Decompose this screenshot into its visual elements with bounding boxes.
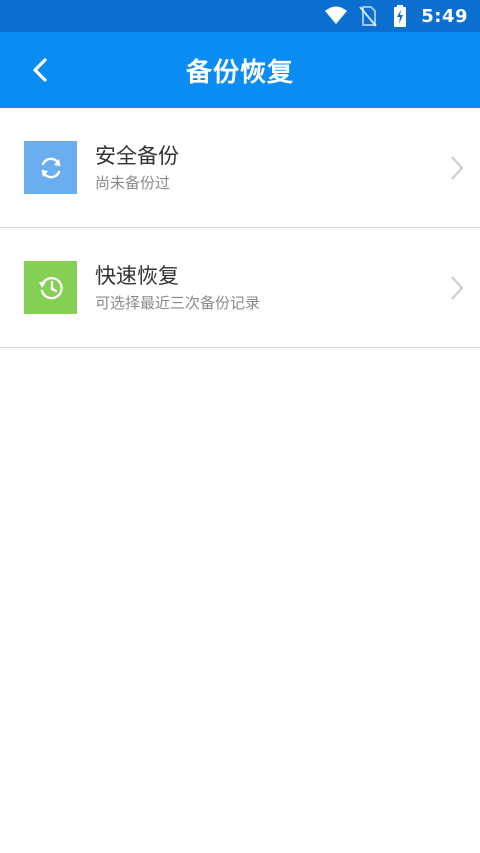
list-item-safe-backup[interactable]: 安全备份 尚未备份过: [0, 108, 480, 228]
battery-charging-icon: [389, 5, 411, 27]
status-bar: 5:49: [0, 0, 480, 32]
app-bar: 备份恢复: [0, 32, 480, 108]
item-subtitle: 可选择最近三次备份记录: [95, 294, 261, 312]
restore-tile: [24, 261, 77, 314]
sync-icon: [41, 157, 60, 178]
wifi-icon: [325, 5, 348, 27]
item-subtitle: 尚未备份过: [95, 174, 171, 192]
chevron-right-icon: [448, 154, 466, 182]
backup-tile: [24, 141, 77, 194]
status-time: 5:49: [421, 5, 468, 27]
page-title: 备份恢复: [185, 57, 294, 88]
item-title: 快速恢复: [95, 264, 179, 288]
restore-clock-icon: [38, 276, 63, 299]
no-sim-icon: [357, 5, 379, 27]
chevron-right-icon: [448, 274, 466, 302]
item-title: 安全备份: [95, 144, 179, 168]
list-item-quick-restore[interactable]: 快速恢复 可选择最近三次备份记录: [0, 228, 480, 348]
back-button[interactable]: [16, 46, 64, 94]
back-arrow-icon: [33, 58, 47, 82]
option-list: 安全备份 尚未备份过 快速恢复 可选择最近三次备份记录: [0, 108, 480, 348]
